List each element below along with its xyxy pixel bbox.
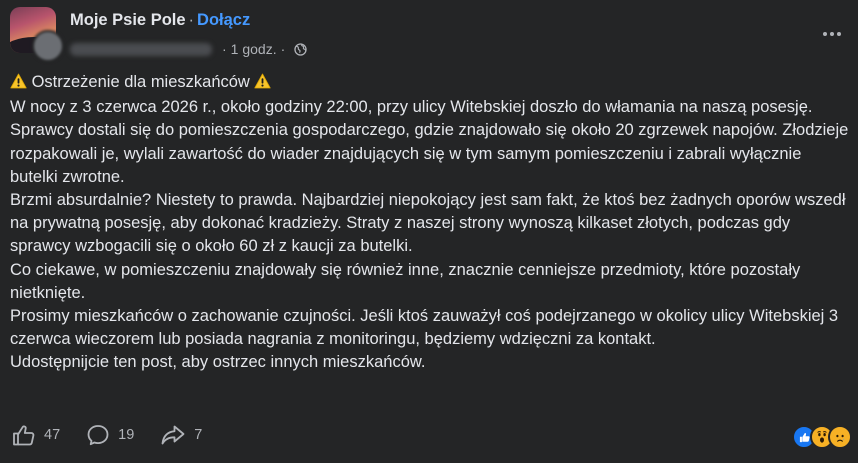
- reactions-summary[interactable]: [792, 425, 852, 449]
- post-header: Moje Psie Pole · Dołącz: [70, 11, 250, 30]
- post-paragraph: Udostępnijcie ten post, aby ostrzec inny…: [10, 353, 426, 372]
- post-paragraph: Brzmi absurdalnie? Niestety to prawda. N…: [10, 191, 846, 256]
- post-paragraph: Prosimy mieszkańców o zachowanie czujnoś…: [10, 307, 839, 349]
- post-meta: · 1 godz. ·: [70, 40, 307, 58]
- post-title-line: Ostrzeżenie dla mieszkańców: [10, 71, 850, 96]
- comment-count: 19: [118, 427, 135, 443]
- post-text: Ostrzeżenie dla mieszkańców W nocy z 3 c…: [10, 71, 850, 375]
- share-icon: [161, 425, 185, 445]
- sad-reaction-icon: [828, 425, 852, 449]
- facebook-post: Moje Psie Pole · Dołącz · 1 godz. · Ostr…: [0, 0, 858, 463]
- post-timestamp[interactable]: 1 godz.: [231, 41, 277, 57]
- post-actions: 47 19 7: [12, 424, 228, 446]
- author-name-blurred[interactable]: [70, 42, 212, 56]
- share-count: 7: [194, 427, 203, 443]
- join-group-link[interactable]: Dołącz: [197, 11, 250, 29]
- thumbs-up-icon: [13, 425, 35, 446]
- post-paragraph: Co ciekawe, w pomieszczeniu znajdowały s…: [10, 260, 801, 302]
- post-paragraph: W nocy z 3 czerwca 2026 r., około godzin…: [10, 98, 813, 117]
- author-avatar[interactable]: [32, 30, 64, 62]
- comment-icon: [87, 425, 109, 446]
- comment-button[interactable]: 19: [86, 424, 134, 446]
- more-dots-icon: [823, 32, 841, 36]
- like-button[interactable]: 47: [12, 424, 60, 446]
- share-button[interactable]: 7: [160, 424, 202, 446]
- post-paragraph: Sprawcy dostali się do pomieszczenia gos…: [10, 121, 849, 186]
- header-separator: ·: [188, 11, 195, 29]
- meta-separator: ·: [222, 41, 227, 57]
- post-title: Ostrzeżenie dla mieszkańców: [31, 73, 250, 91]
- like-count: 47: [44, 427, 61, 443]
- more-options-button[interactable]: [818, 26, 846, 42]
- group-name-link[interactable]: Moje Psie Pole: [70, 11, 186, 29]
- warning-icon: [254, 73, 272, 96]
- time-separator: ·: [280, 41, 286, 57]
- globe-icon: [294, 42, 307, 56]
- warning-icon: [10, 73, 27, 96]
